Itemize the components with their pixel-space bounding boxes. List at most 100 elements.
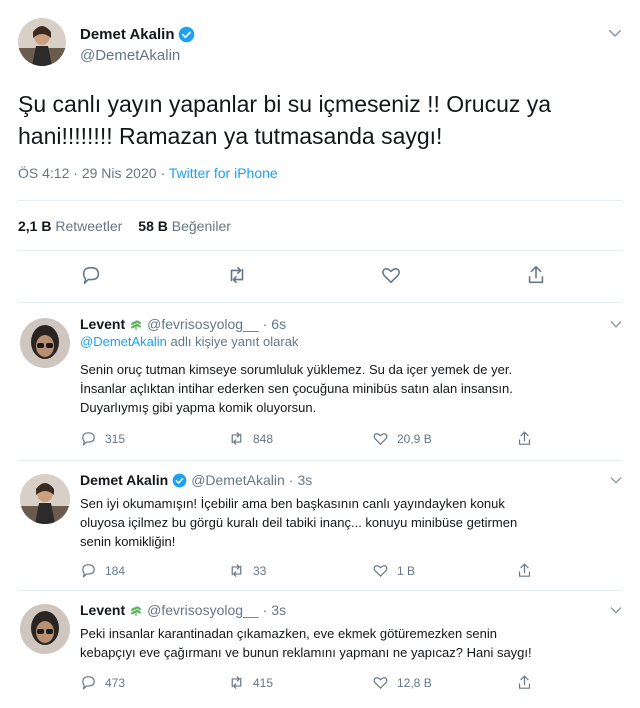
divider xyxy=(18,590,622,591)
verified-badge-icon xyxy=(179,26,195,43)
share-icon[interactable] xyxy=(525,264,547,286)
likes-count: 58 B xyxy=(138,218,168,234)
reply-tweet[interactable]: Levent @fevrisosyolog__ · 6s @DemetAkali… xyxy=(16,316,624,456)
reply-tweet[interactable]: Levent @fevrisosyolog__ · 3s Peki insanl… xyxy=(16,602,624,702)
chevron-down-icon[interactable] xyxy=(608,602,624,618)
reply-count: 315 xyxy=(105,431,126,446)
retweet-icon xyxy=(231,564,242,577)
share-action[interactable] xyxy=(516,430,533,447)
chevron-down-icon[interactable] xyxy=(608,316,624,332)
reply-author-name[interactable]: Demet Akalin xyxy=(80,472,168,488)
like-icon xyxy=(373,433,388,445)
meta-separator: · xyxy=(262,602,268,618)
like-action[interactable]: 12,8 B xyxy=(372,674,432,691)
author-handle[interactable]: @DemetAkalin xyxy=(80,47,180,64)
avatar[interactable] xyxy=(20,604,70,654)
tweet-meta: ÖS 4:12 · 29 Nis 2020 · Twitter for iPho… xyxy=(18,165,278,181)
reply-action[interactable]: 473 xyxy=(80,674,125,691)
replying-to: @DemetAkalin adlı kişiye yanıt olarak xyxy=(80,334,298,349)
divider xyxy=(18,302,622,303)
reply-actions: 315 848 20,9 B xyxy=(80,430,540,448)
reply-icon[interactable] xyxy=(80,264,102,286)
likes-stat[interactable]: 58 B Beğeniler xyxy=(138,218,231,234)
tweet-thread: Demet Akalin @DemetAkalin Şu canlı yayın… xyxy=(0,0,640,708)
retweet-action[interactable]: 33 xyxy=(228,562,266,579)
reply-action[interactable]: 315 xyxy=(80,430,125,447)
replying-to-mention[interactable]: @DemetAkalin xyxy=(80,334,167,349)
reply-author-name[interactable]: Levent xyxy=(80,316,125,332)
reply-author-handle[interactable]: @fevrisosyolog__ xyxy=(147,602,259,618)
reply-time[interactable]: 3s xyxy=(271,602,286,618)
share-action[interactable] xyxy=(516,674,533,691)
tweet-source-link[interactable]: Twitter for iPhone xyxy=(169,165,278,181)
reply-text: Senin oruç tutman kimseye sorumluluk yük… xyxy=(80,360,640,417)
like-icon xyxy=(373,677,388,689)
reply-header: Levent @fevrisosyolog__ · 3s xyxy=(80,602,286,618)
like-action[interactable]: 1 B xyxy=(372,562,415,579)
reply-text-line: İnsanlar açlıktan intihar ederken sen ço… xyxy=(80,381,513,396)
retweet-icon[interactable] xyxy=(226,264,248,286)
like-count: 12,8 B xyxy=(397,675,432,690)
like-action[interactable]: 20,9 B xyxy=(372,430,432,447)
retweet-count: 415 xyxy=(253,675,274,690)
reply-actions: 473 415 12,8 B xyxy=(80,674,540,692)
reply-count: 473 xyxy=(105,675,126,690)
reply-text-line: Peki insanlar karantinadan çıkamazken, e… xyxy=(80,626,497,641)
main-tweet-header: Demet Akalin @DemetAkalin xyxy=(16,14,624,70)
reply-text-line: senin komikliğin! xyxy=(80,534,176,549)
reply-text-line: Duyarlıymış gibi yapma komik oluyorsun. xyxy=(80,400,317,415)
tweet-date[interactable]: 29 Nis 2020 xyxy=(82,165,157,181)
chevron-down-icon[interactable] xyxy=(608,472,624,488)
reply-actions: 184 33 1 B xyxy=(80,562,540,580)
meta-separator: · xyxy=(288,472,294,488)
reply-header: Demet Akalin @DemetAkalin · 3s xyxy=(80,472,312,488)
verified-badge-icon xyxy=(172,473,187,487)
reply-icon xyxy=(82,564,95,578)
retweets-label: Retweetler xyxy=(55,218,123,234)
avatar[interactable] xyxy=(20,318,70,368)
retweet-action[interactable]: 415 xyxy=(228,674,273,691)
author-name[interactable]: Demet Akalin xyxy=(80,26,195,43)
like-icon[interactable] xyxy=(380,264,402,286)
replying-to-suffix: adlı kişiye yanıt olarak xyxy=(170,334,299,349)
likes-label: Beğeniler xyxy=(171,218,231,234)
share-icon xyxy=(518,563,531,577)
reply-text: Peki insanlar karantinadan çıkamazken, e… xyxy=(80,624,640,662)
avatar[interactable] xyxy=(20,474,70,524)
tweet-stats: 2,1 B Retweetler 58 B Beğeniler xyxy=(18,218,231,234)
meta-separator: · xyxy=(262,316,268,332)
retweet-action[interactable]: 848 xyxy=(228,430,273,447)
reply-author-handle[interactable]: @fevrisosyolog__ xyxy=(147,316,259,332)
reply-text: Sen iyi okumamışın! İçebilir ama ben baş… xyxy=(80,494,640,551)
reply-count: 184 xyxy=(105,563,126,578)
divider xyxy=(18,250,622,251)
retweet-icon xyxy=(231,432,242,445)
retweets-stat[interactable]: 2,1 B Retweetler xyxy=(18,218,122,234)
reply-author-name[interactable]: Levent xyxy=(80,602,125,618)
share-action[interactable] xyxy=(516,562,533,579)
reply-icon xyxy=(82,432,95,446)
divider xyxy=(18,200,622,201)
herb-emoji-icon xyxy=(131,606,142,617)
retweet-icon xyxy=(231,676,242,689)
share-icon xyxy=(518,675,531,689)
reply-icon xyxy=(82,676,95,690)
reply-tweet[interactable]: Demet Akalin @DemetAkalin · 3s Sen iyi o… xyxy=(16,472,624,582)
main-tweet-text: Şu canlı yayın yapanlar bi su içmeseniz … xyxy=(18,88,618,152)
reply-time[interactable]: 3s xyxy=(297,472,312,488)
reply-author-handle[interactable]: @DemetAkalin xyxy=(191,472,285,488)
reply-header: Levent @fevrisosyolog__ · 6s xyxy=(80,316,286,332)
like-icon xyxy=(373,565,388,577)
reply-time[interactable]: 6s xyxy=(271,316,286,332)
retweet-count: 848 xyxy=(253,431,274,446)
like-count: 20,9 B xyxy=(397,431,432,446)
divider xyxy=(18,460,622,461)
reply-text-line: oluyosa içilmez bu görgü kuralı deil tab… xyxy=(80,515,518,530)
retweet-count: 33 xyxy=(253,563,267,578)
herb-emoji-icon xyxy=(131,320,142,331)
avatar[interactable] xyxy=(18,18,66,66)
tweet-time[interactable]: ÖS 4:12 xyxy=(18,165,69,181)
author-name-text[interactable]: Demet Akalin xyxy=(80,26,174,43)
chevron-down-icon[interactable] xyxy=(606,24,624,42)
reply-action[interactable]: 184 xyxy=(80,562,125,579)
